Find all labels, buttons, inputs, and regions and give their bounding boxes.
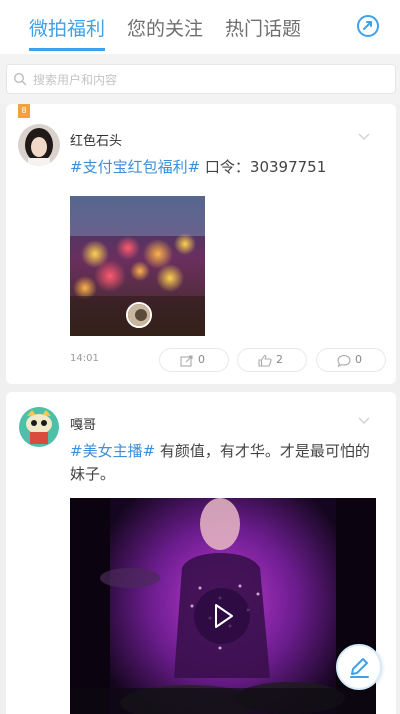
post-text: #美女主播# 有颜值，有才华。才是最可怕的妹子。: [70, 440, 376, 486]
post-timestamp: 14:01: [70, 353, 99, 364]
tab-weipai-fuli[interactable]: 微拍福利: [29, 14, 105, 41]
like-count: 2: [276, 353, 283, 366]
post-card: 8 红色石头 #支付宝红包福利# 口令：30397751 14:01 0 2 0: [6, 104, 396, 384]
image-avatar-overlay: [126, 302, 152, 328]
tab-following[interactable]: 您的关注: [127, 14, 203, 41]
post-video[interactable]: [70, 498, 376, 714]
post-image[interactable]: [70, 196, 205, 336]
share-count: 0: [198, 353, 205, 366]
share-button[interactable]: 0: [159, 348, 229, 372]
play-icon: [215, 604, 233, 628]
search-input[interactable]: [33, 70, 383, 90]
comment-count: 0: [355, 353, 362, 366]
hashtag[interactable]: #支付宝红包福利#: [70, 158, 200, 176]
like-icon: [258, 354, 272, 367]
active-tab-indicator: [29, 48, 105, 51]
avatar[interactable]: [18, 124, 60, 166]
chevron-down-icon[interactable]: [358, 416, 370, 426]
username[interactable]: 红色石头: [70, 130, 122, 149]
pencil-icon: [350, 658, 369, 678]
compose-button[interactable]: [336, 644, 382, 690]
post-text: #支付宝红包福利# 口令：30397751: [70, 156, 380, 179]
like-button[interactable]: 2: [237, 348, 307, 372]
username[interactable]: 嘎哥: [70, 414, 96, 433]
chevron-down-icon[interactable]: [358, 132, 370, 142]
comment-icon: [337, 354, 351, 367]
top-tab-bar: 微拍福利 您的关注 热门话题: [0, 0, 400, 54]
play-button[interactable]: [194, 588, 250, 644]
refresh-icon[interactable]: [356, 14, 380, 38]
search-box[interactable]: [6, 64, 396, 94]
comment-button[interactable]: 0: [316, 348, 386, 372]
search-icon: [13, 72, 27, 86]
rank-badge: 8: [18, 104, 30, 118]
hashtag[interactable]: #美女主播#: [70, 442, 155, 460]
share-icon: [180, 355, 193, 367]
search-area: [0, 54, 400, 104]
post-body: 口令：30397751: [200, 158, 327, 176]
tab-hot-topics[interactable]: 热门话题: [225, 14, 301, 41]
avatar[interactable]: [18, 406, 60, 448]
